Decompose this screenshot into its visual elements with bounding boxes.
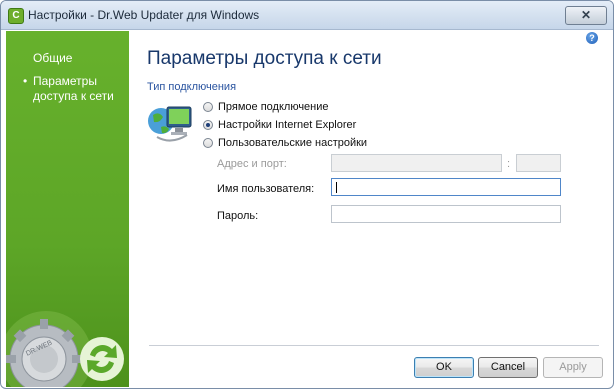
- username-label: Имя пользователя:: [217, 183, 315, 195]
- ie-settings-label[interactable]: Настройки Internet Explorer: [218, 119, 356, 131]
- port-separator: :: [507, 158, 511, 170]
- footer-divider: [149, 345, 599, 346]
- text-caret: [336, 182, 337, 193]
- username-input[interactable]: [331, 178, 561, 196]
- connection-type-label: Тип подключения: [147, 81, 237, 93]
- apply-button[interactable]: Apply: [543, 357, 603, 378]
- port-input[interactable]: [516, 154, 561, 172]
- window-title: Настройки - Dr.Web Updater для Windows: [28, 8, 260, 22]
- help-icon[interactable]: ?: [586, 32, 598, 44]
- page-title: Параметры доступа к сети: [147, 48, 382, 69]
- custom-settings-label[interactable]: Пользовательские настройки: [218, 137, 367, 149]
- drweb-app-icon: C: [8, 8, 24, 24]
- selected-bullet-icon: •: [23, 74, 28, 88]
- sidebar: Общие • Параметры доступа к сети DR.WEB: [1, 31, 129, 388]
- drweb-logo: DR.WEB: [1, 289, 129, 388]
- gear-logo-icon: DR.WEB: [1, 311, 124, 388]
- close-button[interactable]: ✕: [565, 6, 607, 25]
- custom-settings-radio[interactable]: [203, 138, 213, 148]
- title-bar[interactable]: C Настройки - Dr.Web Updater для Windows…: [1, 1, 613, 30]
- address-input[interactable]: [331, 154, 502, 172]
- ok-button[interactable]: OK: [414, 357, 474, 378]
- cancel-button[interactable]: Cancel: [478, 357, 538, 378]
- direct-connection-radio[interactable]: [203, 102, 213, 112]
- password-label: Пароль:: [217, 210, 259, 222]
- direct-connection-label[interactable]: Прямое подключение: [218, 101, 329, 113]
- ie-settings-radio[interactable]: [203, 120, 213, 130]
- settings-window: C Настройки - Dr.Web Updater для Windows…: [0, 0, 614, 389]
- sidebar-item-general[interactable]: Общие: [33, 51, 72, 66]
- password-input[interactable]: [331, 205, 561, 223]
- sidebar-item-network-access[interactable]: Параметры доступа к сети: [33, 74, 123, 104]
- network-globe-icon: [148, 106, 192, 142]
- address-port-label: Адрес и порт:: [217, 158, 287, 170]
